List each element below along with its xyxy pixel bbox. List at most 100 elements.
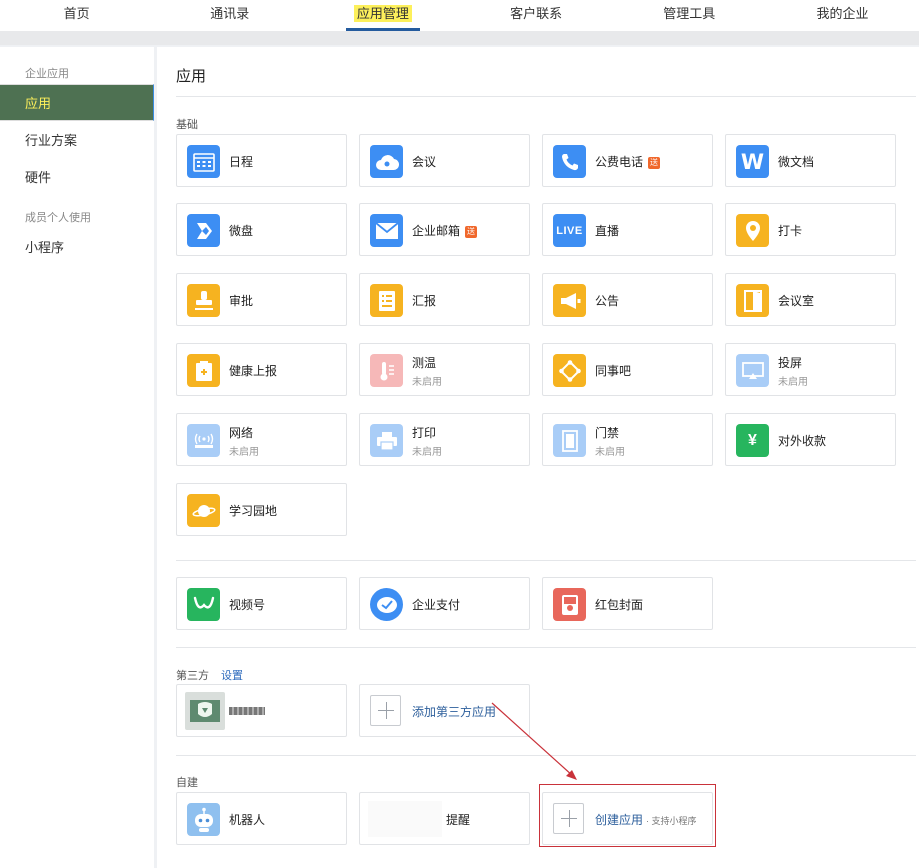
app-card-drive[interactable]: 微盘 (176, 203, 347, 256)
drive-icon (187, 214, 220, 247)
third-party-settings-link[interactable]: 设置 (221, 667, 243, 683)
section-self-built-label: 自建 (176, 777, 198, 789)
nav-my-enterprise[interactable]: 我的企业 (766, 0, 919, 31)
header-divider (0, 31, 919, 45)
app-card-announcement[interactable]: 公告 (542, 273, 713, 326)
app-name: 机器人 (229, 813, 266, 827)
app-card-access-control[interactable]: 门禁 未启用 (542, 413, 713, 466)
yuan-shield-icon: ¥ (736, 424, 769, 457)
app-name: 汇报 (412, 294, 437, 308)
sidebar-item-apps[interactable]: 应用 (0, 84, 154, 121)
app-card-wedoc[interactable]: W 微文档 (725, 134, 896, 187)
sidebar-item-hardware[interactable]: 硬件 (0, 159, 154, 196)
app-card-approval[interactable]: 审批 (176, 273, 347, 326)
channels-icon (187, 588, 220, 621)
app-card-meeting[interactable]: 会议 (359, 134, 530, 187)
top-nav: 首页 通讯录 应用管理 客户联系 管理工具 我的企业 (0, 0, 919, 31)
title-divider (176, 96, 916, 97)
app-card-live[interactable]: LIVE 直播 (542, 203, 713, 256)
app-status: 未启用 (229, 447, 259, 458)
app-card-channels[interactable]: 视频号 (176, 577, 347, 630)
calendar-icon (187, 145, 220, 178)
app-card-reminder[interactable]: 提醒 (359, 792, 530, 845)
section-divider (176, 560, 916, 561)
screencast-icon (736, 354, 769, 387)
app-name: 门禁 (595, 426, 620, 440)
robot-icon (187, 803, 220, 836)
app-card-network[interactable]: 网络 未启用 (176, 413, 347, 466)
app-card-public-phone[interactable]: 公费电话送 (542, 134, 713, 187)
page-title: 应用 (176, 68, 207, 85)
app-name-text: 企业邮箱 (412, 224, 461, 238)
app-card-external-payment[interactable]: ¥ 对外收款 (725, 413, 896, 466)
app-name: 网络 (229, 426, 254, 440)
app-card-screencast[interactable]: 投屏 未启用 (725, 343, 896, 396)
plus-icon (370, 695, 401, 726)
app-name: 日程 (229, 155, 254, 169)
health-clipboard-icon (187, 354, 220, 387)
live-icon: LIVE (553, 214, 586, 247)
section-basic-label: 基础 (176, 119, 198, 131)
app-name: 红包封面 (595, 598, 644, 612)
app-name: 公告 (595, 294, 620, 308)
app-name: 打卡 (778, 224, 803, 238)
report-icon (370, 284, 403, 317)
app-card-check-in[interactable]: 打卡 (725, 203, 896, 256)
sidebar-group-personal-use: 成员个人使用 (25, 212, 91, 224)
printer-icon (370, 424, 403, 457)
nav-management-tools-label: 管理工具 (663, 6, 716, 21)
app-name: 测温 (412, 356, 437, 370)
main-panel: 应用 基础 日程 会议 公费电话送 W 微文档 微盘 企业邮箱送 LIVE 直播… (157, 47, 919, 868)
location-pin-icon (736, 214, 769, 247)
third-party-app-icon (185, 692, 225, 730)
nav-management-tools[interactable]: 管理工具 (613, 0, 766, 31)
app-card-print[interactable]: 打印 未启用 (359, 413, 530, 466)
wifi-router-icon (187, 424, 220, 457)
app-card-enterprise-pay[interactable]: 企业支付 (359, 577, 530, 630)
red-envelope-icon (553, 588, 586, 621)
nav-contacts[interactable]: 通讯录 (153, 0, 306, 31)
megaphone-icon (553, 284, 586, 317)
stamp-icon (187, 284, 220, 317)
app-name: 学习园地 (229, 504, 278, 518)
third-party-app-name-blurred (229, 707, 265, 715)
app-name: 会议室 (778, 294, 815, 308)
app-name: 投屏 (778, 356, 803, 370)
app-card-colleague-forum[interactable]: 同事吧 (542, 343, 713, 396)
cloud-meeting-icon (370, 145, 403, 178)
app-card-robot[interactable]: 机器人 (176, 792, 347, 845)
nav-app-management[interactable]: 应用管理 (306, 0, 459, 31)
annotation-highlight-box (539, 784, 716, 847)
app-name: 微文档 (778, 155, 815, 169)
app-card-temperature[interactable]: 测温 未启用 (359, 343, 530, 396)
gift-badge: 送 (648, 157, 661, 169)
nav-home[interactable]: 首页 (0, 0, 153, 31)
sidebar: 企业应用 应用 行业方案 硬件 成员个人使用 小程序 (0, 47, 154, 868)
app-status: 未启用 (412, 447, 442, 458)
app-card-meeting-room[interactable]: 会议室 (725, 273, 896, 326)
app-name: 公费电话送 (595, 153, 661, 170)
app-card-health-report[interactable]: 健康上报 (176, 343, 347, 396)
phone-icon (553, 145, 586, 178)
sidebar-item-industry-solutions[interactable]: 行业方案 (0, 122, 154, 159)
app-name: 企业邮箱送 (412, 222, 478, 239)
app-card-enterprise-mail[interactable]: 企业邮箱送 (359, 203, 530, 256)
planet-icon (187, 494, 220, 527)
app-name: 会议 (412, 155, 437, 169)
nav-customer-contact-label: 客户联系 (510, 6, 563, 21)
app-name: 对外收款 (778, 434, 827, 448)
nav-customer-contact[interactable]: 客户联系 (460, 0, 613, 31)
app-card-third-party[interactable] (176, 684, 347, 737)
app-status: 未启用 (595, 447, 625, 458)
app-card-red-envelope-cover[interactable]: 红包封面 (542, 577, 713, 630)
app-card-schedule[interactable]: 日程 (176, 134, 347, 187)
app-name: 提醒 (446, 813, 471, 827)
nav-home-label: 首页 (63, 6, 90, 21)
add-third-party-app-card[interactable]: 添加第三方应用 (359, 684, 530, 737)
app-status: 未启用 (778, 377, 808, 388)
sidebar-item-mini-program[interactable]: 小程序 (0, 229, 154, 266)
app-card-report[interactable]: 汇报 (359, 273, 530, 326)
app-card-learning[interactable]: 学习园地 (176, 483, 347, 536)
sidebar-group-enterprise-apps: 企业应用 (25, 68, 69, 80)
w-doc-icon: W (736, 145, 769, 178)
